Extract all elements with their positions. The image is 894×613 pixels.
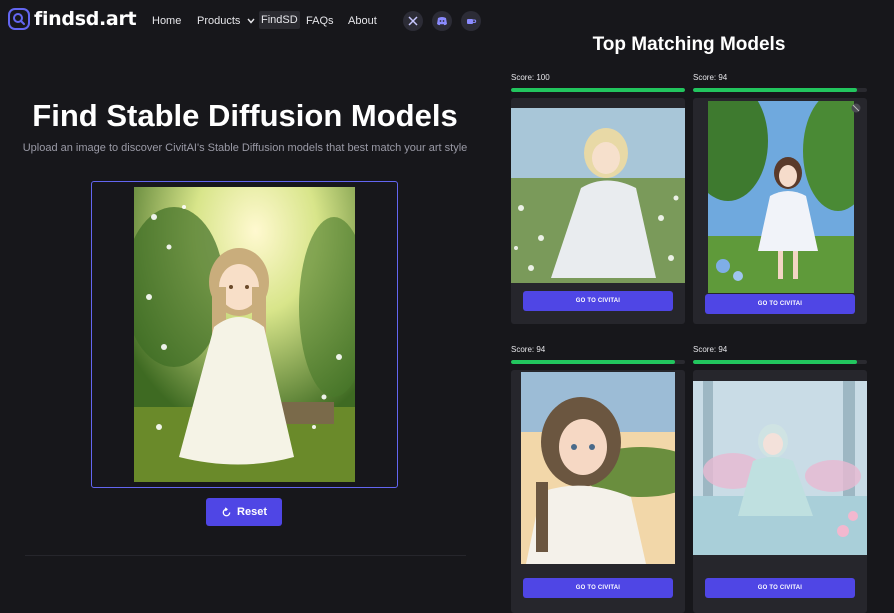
- uploaded-image: [134, 187, 355, 482]
- refresh-icon: [222, 506, 231, 516]
- results-title: Top Matching Models: [592, 34, 786, 55]
- brand-name: findsd.art: [34, 8, 137, 30]
- score-label: Score: 94: [693, 345, 728, 354]
- blonde-girl-flower-field-image: [511, 108, 685, 283]
- score-bar-fill: [511, 360, 675, 364]
- page-subtitle: Upload an image to discover CivitAI's St…: [22, 142, 468, 154]
- anime-girl-garden-image: [134, 187, 355, 482]
- score-bar-fill: [693, 360, 857, 364]
- hidden-eye-icon[interactable]: [851, 103, 861, 113]
- top-nav: findsd.art Home Products FindSD FAQs Abo…: [0, 0, 500, 44]
- image-dropzone[interactable]: [91, 181, 398, 488]
- go-to-civitai-button[interactable]: GO TO CIVITAI: [705, 578, 855, 598]
- discord-button[interactable]: [432, 11, 452, 31]
- score-bar: [693, 360, 867, 364]
- nav-faqs[interactable]: FAQs: [306, 15, 334, 27]
- model-card: Score: 100 GO TO CIVITAI: [511, 73, 685, 324]
- nav-findsd[interactable]: FindSD: [259, 11, 300, 29]
- reset-button[interactable]: Reset: [206, 498, 282, 526]
- nav-about[interactable]: About: [348, 15, 377, 27]
- score-bar: [693, 88, 867, 92]
- logo[interactable]: findsd.art: [8, 8, 137, 30]
- model-card: Score: 94 GO TO CIVITAI: [693, 73, 867, 324]
- card-body: GO TO CIVITAI: [511, 98, 685, 324]
- divider: [25, 555, 466, 556]
- go-to-civitai-button[interactable]: GO TO CIVITAI: [705, 294, 855, 314]
- score-label: Score: 100: [511, 73, 550, 82]
- card-body: GO TO CIVITAI: [693, 98, 867, 324]
- score-bar: [511, 360, 685, 364]
- coffee-icon: [467, 19, 477, 24]
- score-bar-fill: [693, 88, 857, 92]
- discord-icon: [437, 17, 447, 26]
- go-to-civitai-button[interactable]: GO TO CIVITAI: [523, 578, 673, 598]
- go-to-civitai-button[interactable]: GO TO CIVITAI: [523, 291, 673, 311]
- model-image[interactable]: [708, 101, 854, 293]
- score-label: Score: 94: [511, 345, 546, 354]
- x-icon: [408, 16, 418, 26]
- reset-label: Reset: [237, 506, 267, 518]
- x-button[interactable]: [403, 11, 423, 31]
- chevron-down-icon[interactable]: [246, 16, 256, 26]
- score-label: Score: 94: [693, 73, 728, 82]
- nav-products[interactable]: Products: [197, 15, 240, 27]
- model-image[interactable]: [693, 381, 867, 555]
- card-body: GO TO CIVITAI: [693, 370, 867, 613]
- score-bar: [511, 88, 685, 92]
- score-bar-fill: [511, 88, 685, 92]
- girl-misty-lake-image: [693, 381, 867, 555]
- model-image[interactable]: [521, 372, 675, 564]
- brunette-girl-forest-image: [708, 101, 854, 293]
- search-logo-icon: [8, 8, 30, 30]
- model-image[interactable]: [511, 108, 685, 283]
- model-card: Score: 94 GO TO CIVITAI: [511, 345, 685, 613]
- model-card: Score: 94 GO TO CIVITAI: [693, 345, 867, 613]
- page-title: Find Stable Diffusion Models: [32, 98, 458, 133]
- coffee-button[interactable]: [461, 11, 481, 31]
- nav-home[interactable]: Home: [152, 15, 181, 27]
- girl-sunset-hill-image: [521, 372, 675, 564]
- card-body: GO TO CIVITAI: [511, 370, 685, 613]
